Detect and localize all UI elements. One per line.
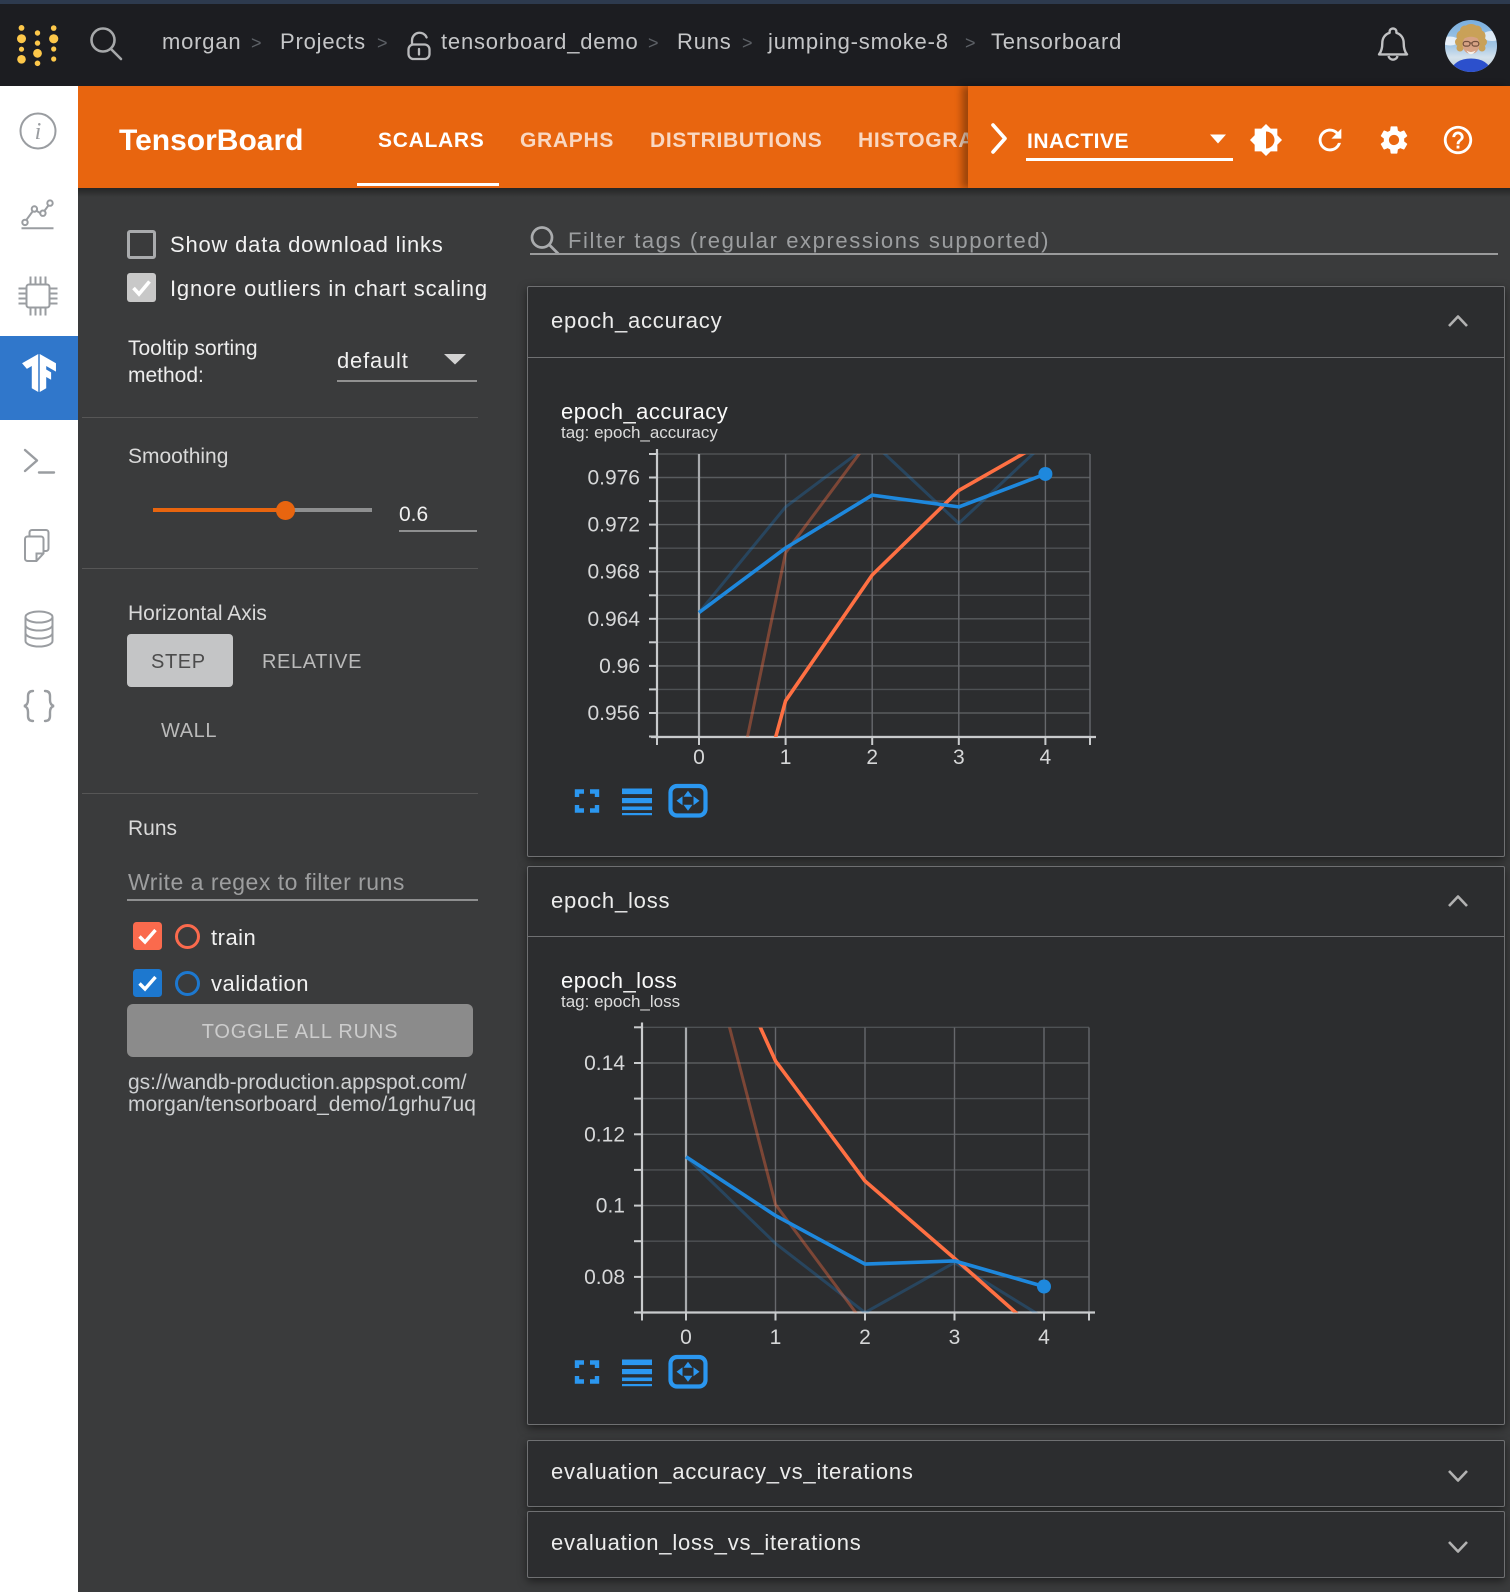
svg-text:1: 1 — [780, 746, 792, 769]
svg-text:tag: epoch_accuracy: tag: epoch_accuracy — [561, 423, 718, 442]
svg-text:0.96: 0.96 — [599, 655, 640, 678]
svg-text:0.08: 0.08 — [584, 1266, 625, 1289]
svg-text:0.964: 0.964 — [587, 608, 640, 631]
svg-text:0.956: 0.956 — [587, 702, 640, 725]
svg-text:0.972: 0.972 — [587, 514, 640, 537]
svg-text:epoch_loss: epoch_loss — [561, 968, 677, 993]
svg-text:0.1: 0.1 — [596, 1195, 625, 1218]
svg-text:i: i — [35, 119, 42, 145]
svg-text:tag: epoch_loss: tag: epoch_loss — [561, 992, 680, 1011]
svg-text:3: 3 — [953, 746, 965, 769]
svg-text:0: 0 — [680, 1326, 692, 1349]
svg-text:4: 4 — [1038, 1326, 1050, 1349]
svg-text:4: 4 — [1040, 746, 1052, 769]
svg-text:3: 3 — [949, 1326, 961, 1349]
svg-text:0: 0 — [693, 746, 705, 769]
svg-text:epoch_accuracy: epoch_accuracy — [561, 399, 728, 424]
svg-text:0.14: 0.14 — [584, 1052, 625, 1075]
svg-text:0.12: 0.12 — [584, 1123, 625, 1146]
svg-text:2: 2 — [866, 746, 878, 769]
svg-text:1: 1 — [770, 1326, 782, 1349]
svg-text:0.976: 0.976 — [587, 467, 640, 490]
svg-text:0.968: 0.968 — [587, 561, 640, 584]
svg-text:2: 2 — [859, 1326, 871, 1349]
